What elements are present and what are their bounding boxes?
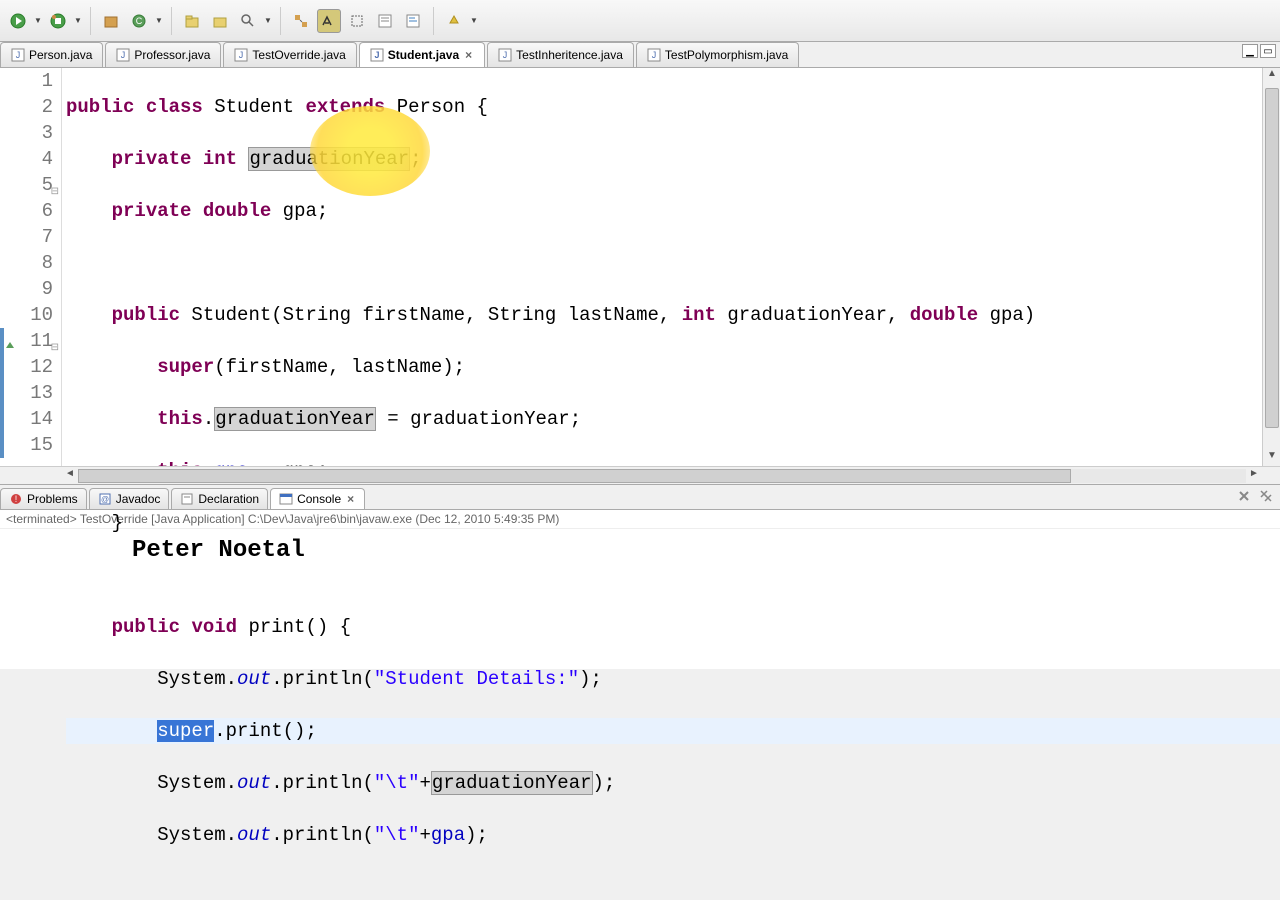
tab-label: Problems	[27, 492, 78, 506]
search-dropdown-icon[interactable]: ▼	[264, 16, 272, 25]
debug-button[interactable]	[46, 9, 70, 33]
java-file-icon: J	[498, 48, 512, 62]
horizontal-scrollbar[interactable]: ◄ ►	[0, 466, 1280, 484]
java-file-icon: J	[11, 48, 25, 62]
scrollbar-thumb[interactable]	[78, 469, 1071, 483]
code-text-area[interactable]: public class Student extends Person { pr…	[62, 68, 1280, 466]
svg-text:J: J	[374, 50, 379, 60]
svg-text:!: !	[15, 494, 18, 504]
tab-declaration[interactable]: Declaration	[171, 488, 268, 509]
open-type-button[interactable]	[180, 9, 204, 33]
run-dropdown-icon[interactable]: ▼	[34, 16, 42, 25]
tab-javadoc[interactable]: @ Javadoc	[89, 488, 170, 509]
toggle-block-selection-button[interactable]	[345, 9, 369, 33]
scroll-down-icon[interactable]: ▼	[1264, 450, 1280, 466]
svg-text:J: J	[503, 50, 508, 60]
separator	[280, 7, 281, 35]
tab-label: TestInheritence.java	[516, 48, 623, 62]
console-toolbar	[1236, 488, 1274, 504]
show-source-button[interactable]	[401, 9, 425, 33]
separator	[90, 7, 91, 35]
tab-professor[interactable]: J Professor.java	[105, 42, 221, 67]
scrollbar-thumb[interactable]	[1265, 88, 1279, 428]
tab-label: Person.java	[29, 48, 92, 62]
declaration-icon	[180, 492, 194, 506]
bottom-view-tabs: ! Problems @ Javadoc Declaration Console…	[0, 484, 1280, 510]
svg-text:C: C	[136, 16, 143, 26]
scroll-up-icon[interactable]: ▲	[1264, 68, 1280, 84]
tab-label: TestOverride.java	[252, 48, 345, 62]
java-file-icon: J	[370, 48, 384, 62]
editor-tabs: J Person.java J Professor.java J TestOve…	[0, 42, 1280, 68]
remove-launch-button[interactable]	[1236, 488, 1252, 504]
show-whitespace-button[interactable]	[373, 9, 397, 33]
separator	[433, 7, 434, 35]
tab-label: Javadoc	[116, 492, 161, 506]
remove-all-button[interactable]	[1258, 488, 1274, 504]
close-icon[interactable]: ×	[345, 492, 356, 506]
tab-problems[interactable]: ! Problems	[0, 488, 87, 509]
problems-icon: !	[9, 492, 23, 506]
java-file-icon: J	[116, 48, 130, 62]
tab-label: Declaration	[198, 492, 259, 506]
tab-label: Professor.java	[134, 48, 210, 62]
run-button[interactable]	[6, 9, 30, 33]
next-annotation-button[interactable]	[442, 9, 466, 33]
vertical-scrollbar[interactable]: ▲ ▼	[1262, 68, 1280, 466]
java-file-icon: J	[234, 48, 248, 62]
separator	[171, 7, 172, 35]
new-class-button[interactable]: C	[127, 9, 151, 33]
tab-label: Student.java	[388, 48, 459, 62]
new-dropdown-icon[interactable]: ▼	[155, 16, 163, 25]
svg-text:J: J	[652, 50, 657, 60]
tab-testinheritence[interactable]: J TestInheritence.java	[487, 42, 634, 67]
javadoc-icon: @	[98, 492, 112, 506]
tab-testpolymorphism[interactable]: J TestPolymorphism.java	[636, 42, 799, 67]
maximize-tab-icon[interactable]: ▭	[1260, 44, 1276, 58]
tab-console[interactable]: Console ×	[270, 488, 365, 509]
new-package-button[interactable]	[99, 9, 123, 33]
tab-person[interactable]: J Person.java	[0, 42, 103, 67]
toggle-mark-occurrences-button[interactable]	[317, 9, 341, 33]
main-toolbar: ▼ ▼ C ▼ ▼ ▼	[0, 0, 1280, 42]
annotation-dropdown-icon[interactable]: ▼	[470, 16, 478, 25]
debug-dropdown-icon[interactable]: ▼	[74, 16, 82, 25]
svg-text:J: J	[239, 50, 244, 60]
java-file-icon: J	[647, 48, 661, 62]
minimize-tab-icon[interactable]: ▁	[1242, 44, 1258, 58]
tab-label: Console	[297, 492, 341, 506]
tab-label: TestPolymorphism.java	[665, 48, 788, 62]
code-editor[interactable]: 1 2 3 4 5⊟ 6 7 8 9 10 11⊟ 12 13 14 15 pu…	[0, 68, 1280, 466]
close-icon[interactable]: ×	[463, 48, 474, 62]
svg-text:@: @	[101, 495, 109, 504]
console-icon	[279, 492, 293, 506]
toggle-breadcrumb-button[interactable]	[289, 9, 313, 33]
scroll-right-icon[interactable]: ►	[1246, 468, 1262, 484]
line-gutter: 1 2 3 4 5⊟ 6 7 8 9 10 11⊟ 12 13 14 15	[0, 68, 62, 466]
svg-text:J: J	[16, 50, 21, 60]
svg-text:J: J	[121, 50, 126, 60]
override-icon[interactable]	[4, 334, 16, 346]
search-button[interactable]	[236, 9, 260, 33]
tab-testoverride[interactable]: J TestOverride.java	[223, 42, 356, 67]
open-task-button[interactable]	[208, 9, 232, 33]
scroll-left-icon[interactable]: ◄	[62, 468, 78, 484]
tab-student[interactable]: J Student.java ×	[359, 42, 485, 67]
